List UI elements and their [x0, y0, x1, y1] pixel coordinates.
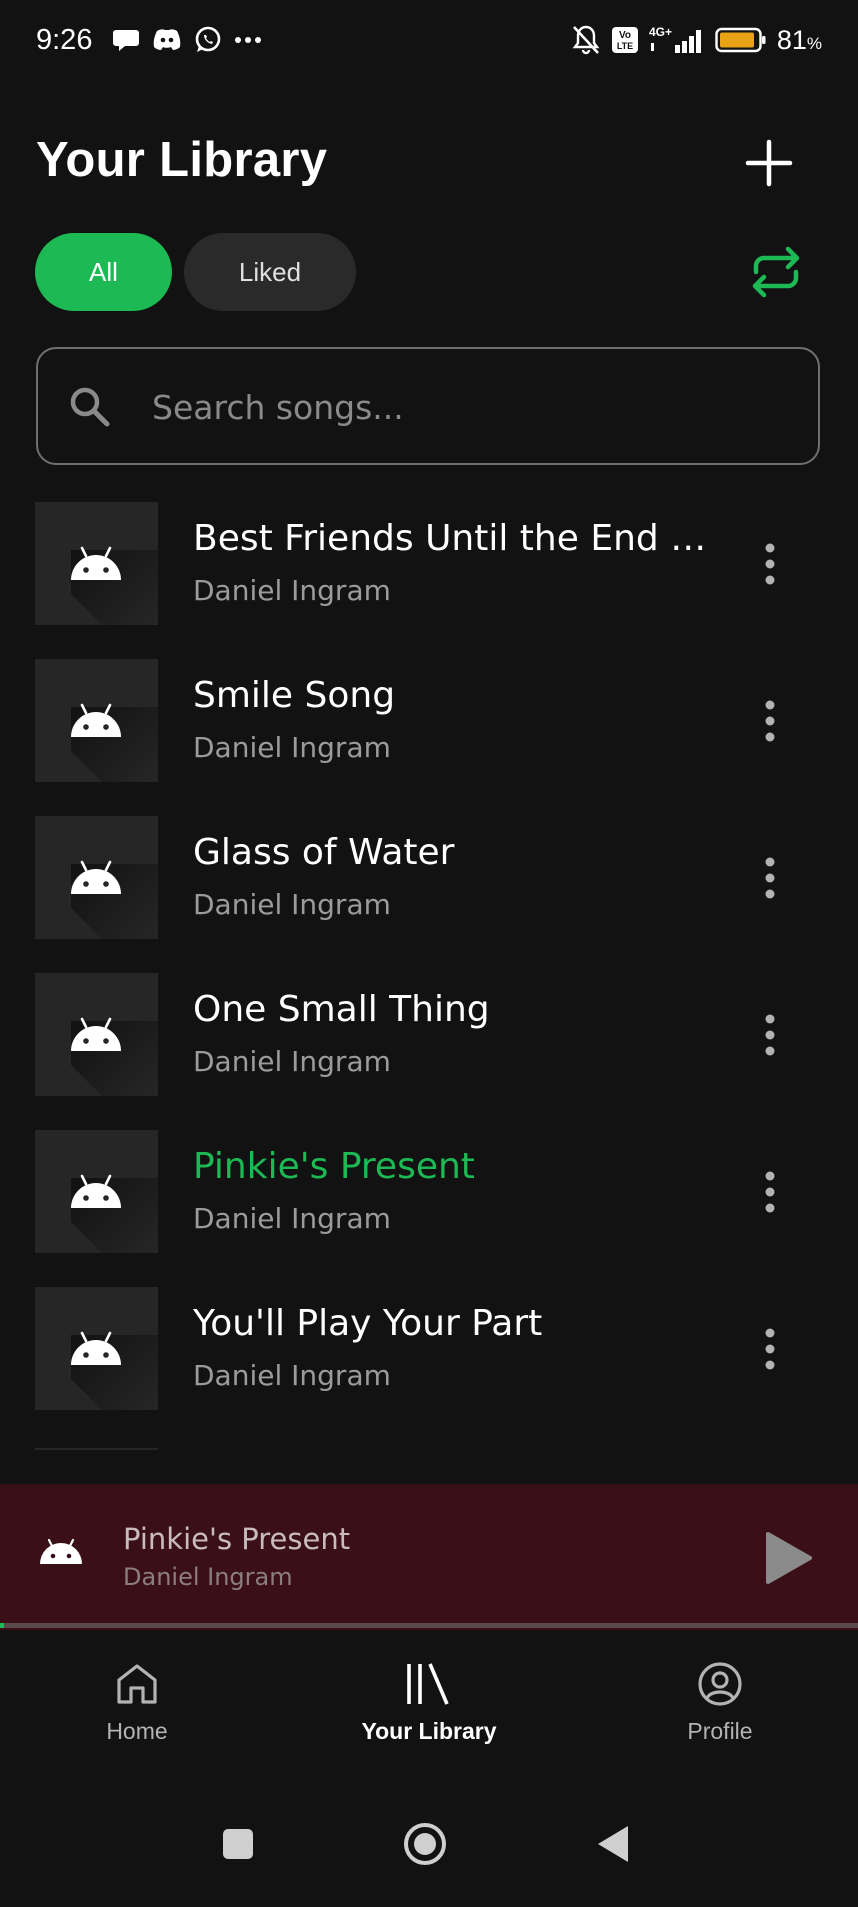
song-artist: Daniel Ingram: [193, 574, 391, 607]
profile-icon: [698, 1662, 742, 1706]
library-icon: [407, 1663, 449, 1705]
repeat-button[interactable]: [744, 246, 808, 298]
song-artist: Daniel Ingram: [193, 1045, 391, 1078]
song-row[interactable]: You'll Play Your Part Daniel Ingram: [0, 1287, 858, 1444]
android-icon: [71, 1174, 121, 1208]
battery-icon: [715, 27, 766, 53]
repeat-icon: [752, 246, 800, 298]
song-title: Glass of Water: [193, 832, 455, 873]
song-title: One Small Thing: [193, 989, 490, 1030]
bottom-nav: Home Your Library Profile: [0, 1630, 858, 1786]
system-nav-bar: [0, 1786, 858, 1907]
song-artist: Daniel Ingram: [193, 731, 391, 764]
android-icon: [71, 546, 121, 580]
album-art: [35, 659, 158, 782]
search-input[interactable]: [150, 383, 794, 431]
add-button[interactable]: [740, 134, 798, 192]
more-vert-icon[interactable]: [758, 1170, 782, 1214]
svg-text:LTE: LTE: [617, 41, 633, 51]
volte-icon: VoLTE: [611, 27, 638, 53]
song-title: Best Friends Until the End of Time: [193, 518, 713, 559]
filter-chip-liked[interactable]: Liked: [184, 233, 356, 311]
back-icon[interactable]: [596, 1824, 630, 1864]
song-title: Smile Song: [193, 675, 396, 716]
playback-progress[interactable]: [0, 1623, 858, 1628]
now-playing-title: Pinkie's Present: [123, 1522, 351, 1556]
android-icon: [71, 860, 121, 894]
more-vert-icon[interactable]: [758, 1013, 782, 1057]
song-row[interactable]: Best Friends Until the End of Time Danie…: [0, 502, 858, 659]
discord-icon: [153, 29, 181, 50]
status-time: 9:26: [36, 24, 93, 56]
song-artist: Daniel Ingram: [193, 888, 391, 921]
recents-icon[interactable]: [222, 1828, 254, 1860]
battery-percent: 81%: [776, 24, 822, 55]
more-vert-icon[interactable]: [758, 699, 782, 743]
whatsapp-icon: [195, 26, 221, 52]
song-list: Best Friends Until the End of Time Danie…: [0, 502, 858, 1444]
home-circle-icon[interactable]: [403, 1822, 447, 1866]
android-icon: [71, 1331, 121, 1365]
svg-text:4G+: 4G+: [649, 25, 672, 39]
album-art: [35, 1287, 158, 1410]
song-row-playing[interactable]: Pinkie's Present Daniel Ingram: [0, 1130, 858, 1287]
android-icon: [71, 703, 121, 737]
play-icon: [766, 1532, 812, 1584]
bell-off-icon: [572, 25, 600, 55]
nav-home-label: Home: [106, 1718, 168, 1744]
plus-icon: [745, 139, 793, 187]
song-row[interactable]: Smile Song Daniel Ingram: [0, 659, 858, 816]
page-title: Your Library: [36, 133, 328, 187]
album-art: [35, 1130, 158, 1253]
android-icon: [71, 1017, 121, 1051]
song-title: You'll Play Your Part: [193, 1303, 543, 1344]
nav-home[interactable]: Home: [37, 1660, 237, 1745]
nav-profile-label: Profile: [687, 1718, 753, 1744]
search-icon: [70, 387, 110, 427]
home-icon: [117, 1664, 157, 1704]
play-button[interactable]: [762, 1530, 814, 1586]
playback-progress-fill: [0, 1623, 5, 1628]
more-vert-icon[interactable]: [758, 1327, 782, 1371]
nav-your-library[interactable]: Your Library: [329, 1660, 529, 1745]
nav-your-library-label: Your Library: [361, 1718, 497, 1744]
search-box[interactable]: [36, 347, 820, 465]
album-art: [35, 816, 158, 939]
more-vert-icon[interactable]: [758, 856, 782, 900]
status-system-icons: Vo LTE 4G+ 81%: [571, 24, 822, 56]
filter-chip-all[interactable]: All: [35, 233, 172, 311]
svg-text:Vo: Vo: [619, 30, 631, 41]
nav-profile[interactable]: Profile: [620, 1660, 820, 1745]
list-divider: [35, 1448, 158, 1450]
song-row[interactable]: Glass of Water Daniel Ingram: [0, 816, 858, 973]
album-art: [35, 973, 158, 1096]
mini-player[interactable]: Pinkie's Present Daniel Ingram: [0, 1484, 858, 1630]
signal-4g-icon: 4G+: [649, 25, 701, 53]
song-artist: Daniel Ingram: [193, 1359, 391, 1392]
chat-bubble-icon: [113, 30, 139, 51]
status-notification-icons: [112, 26, 262, 54]
more-dots-icon: [235, 37, 261, 43]
song-row[interactable]: One Small Thing Daniel Ingram: [0, 973, 858, 1130]
status-bar: 9:26 Vo LTE 4G+ 81%: [0, 0, 858, 88]
song-artist: Daniel Ingram: [193, 1202, 391, 1235]
more-vert-icon[interactable]: [758, 542, 782, 586]
album-art: [35, 502, 158, 625]
now-playing-artist: Daniel Ingram: [123, 1563, 293, 1591]
android-icon: [40, 1538, 82, 1564]
song-title: Pinkie's Present: [193, 1146, 475, 1187]
